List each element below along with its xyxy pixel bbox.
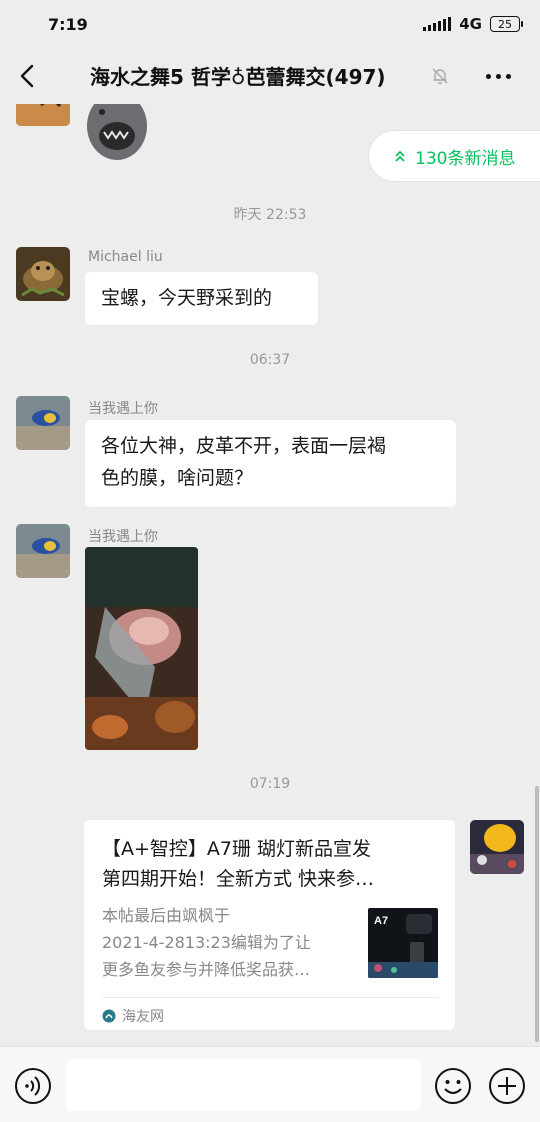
emoji-icon (435, 1068, 471, 1104)
more-dots-icon (486, 73, 491, 79)
link-card-source-name: 海友网 (122, 1009, 164, 1025)
voice-icon (15, 1068, 51, 1104)
new-messages-button[interactable]: 130条新消息 (368, 130, 540, 182)
scrollbar[interactable] (535, 786, 539, 1042)
message-text: 宝螺，今天野采到的 (101, 287, 273, 309)
back-button[interactable] (14, 58, 42, 94)
sticker-image[interactable] (84, 104, 150, 168)
link-card-description: 本帖最后由飒枫于 2021-4-2813:23编辑为了让 更多鱼友参与并降低奖品… (102, 902, 357, 983)
sender-name: Michael liu (88, 249, 163, 265)
message-bubble[interactable]: 各位大神，皮革不开，表面一层褐 色的膜，啥问题？ (85, 420, 456, 507)
source-logo-icon (102, 1009, 116, 1023)
plus-icon (489, 1068, 525, 1104)
chat-area[interactable]: 130条新消息 昨天 22:53 Michael liu 宝螺，今天野采到的 0… (0, 104, 540, 1046)
more-button[interactable] (486, 66, 518, 86)
link-card-thumbnail: A7 (368, 908, 438, 978)
battery-icon: 25 (490, 16, 523, 32)
time-divider: 07:19 (249, 776, 291, 792)
new-messages-label: 130条新消息 (415, 148, 516, 169)
message-text-line: 色的膜，啥问题？ (101, 467, 254, 489)
link-card-desc-line: 2021-4-2813:23编辑为了让 (102, 933, 311, 952)
bell-off-icon (430, 66, 450, 86)
link-card-source: 海友网 (102, 1006, 164, 1026)
avatar[interactable] (16, 104, 70, 126)
time-divider: 06:37 (249, 352, 291, 368)
sender-name: 当我遇上你 (88, 529, 158, 545)
signal-icon (423, 17, 452, 31)
double-chevron-up-icon (395, 150, 405, 162)
avatar[interactable] (16, 247, 70, 301)
image-message[interactable] (85, 547, 198, 750)
link-card[interactable]: 【A+智控】A7珊 瑚灯新品宣发 第四期开始！全新方式 快来参… 本帖最后由飒枫… (84, 820, 455, 1030)
plus-button[interactable] (488, 1067, 526, 1105)
sender-name: 当我遇上你 (88, 401, 158, 417)
avatar[interactable] (470, 820, 524, 874)
message-bubble[interactable]: 宝螺，今天野采到的 (85, 272, 318, 325)
link-card-desc-line: 更多鱼友参与并降低奖品获… (102, 960, 311, 979)
link-card-desc-line: 本帖最后由飒枫于 (102, 906, 231, 925)
avatar[interactable] (16, 524, 70, 578)
voice-button[interactable] (14, 1067, 52, 1105)
link-card-thumb-label: A7 (374, 915, 388, 927)
link-card-divider (102, 997, 438, 998)
message-input[interactable] (66, 1059, 421, 1111)
input-bar (0, 1046, 540, 1122)
link-card-title-line: 第四期开始！全新方式 快来参… (102, 868, 375, 890)
nav-bar: 海水之舞5 哲学♁芭蕾舞交(497) (0, 48, 540, 104)
emoji-button[interactable] (434, 1067, 472, 1105)
status-indicators: 4G 25 (423, 15, 523, 33)
link-card-title-line: 【A+智控】A7珊 瑚灯新品宣发 (102, 838, 372, 860)
avatar[interactable] (16, 396, 70, 450)
time-divider: 昨天 22:53 (233, 207, 307, 223)
chat-title: 海水之舞5 哲学♁芭蕾舞交(497) (90, 65, 386, 89)
battery-level: 25 (498, 17, 512, 31)
link-card-title: 【A+智控】A7珊 瑚灯新品宣发 第四期开始！全新方式 快来参… (102, 834, 438, 894)
chevron-left-icon (20, 64, 34, 88)
status-bar: 7:19 4G 25 (0, 0, 540, 48)
message-text-line: 各位大神，皮革不开，表面一层褐 (101, 435, 387, 457)
network-type: 4G (459, 15, 482, 33)
status-time: 7:19 (48, 14, 88, 34)
